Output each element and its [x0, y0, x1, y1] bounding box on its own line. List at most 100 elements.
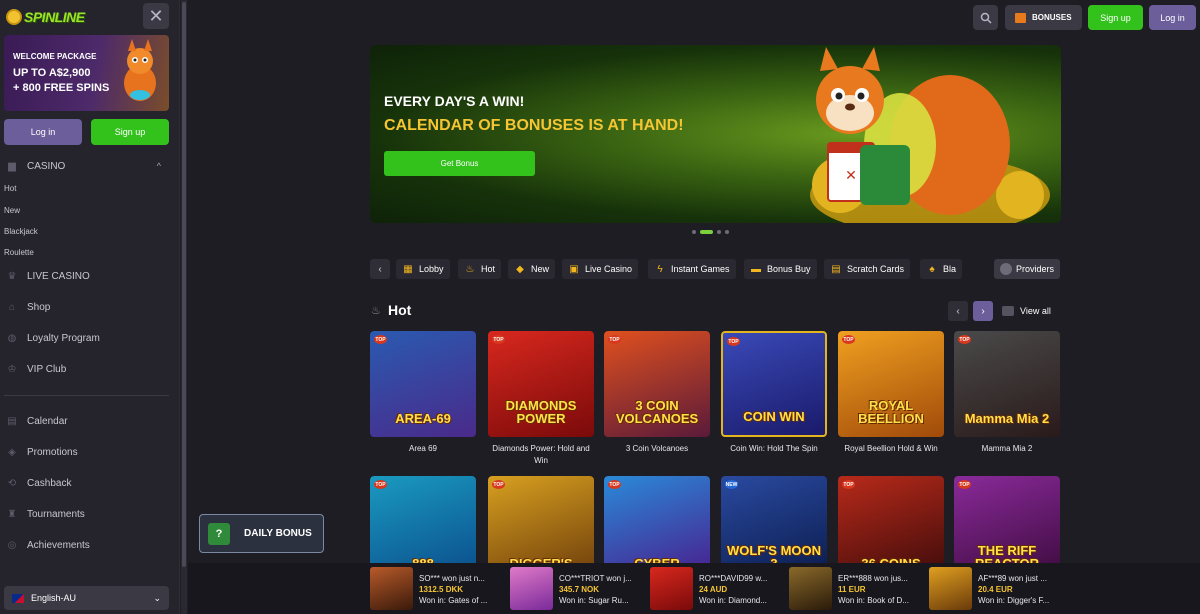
game-tile[interactable]: TOP 3 COIN VOLCANOES 3 Coin Volcanoes: [604, 331, 710, 455]
sidebar-item-achievements[interactable]: ◎ Achievements: [0, 534, 175, 556]
category-label: Scratch Cards: [847, 264, 905, 274]
search-button[interactable]: [973, 5, 998, 30]
winner-item[interactable]: RO***DAVID99 w... 24 AUD Won in: Diamond…: [650, 567, 767, 611]
winner-user: CO***TRIOT won j...: [559, 573, 632, 583]
game-tile[interactable]: TOP AREA-69 Area 69: [370, 331, 476, 455]
game-tile[interactable]: TOP DIAMONDS POWER Diamonds Power: Hold …: [488, 331, 594, 467]
sidebar-item-calendar[interactable]: ▤ Calendar: [0, 410, 175, 432]
top-badge: TOP: [492, 480, 505, 489]
carousel-dot[interactable]: [717, 230, 721, 234]
sidebar-item-loyalty-program[interactable]: ◍ Loyalty Program: [0, 327, 175, 349]
category-lobby[interactable]: ▦ Lobby: [396, 259, 450, 279]
category-blackjack[interactable]: ♠ Bla: [920, 259, 962, 279]
search-icon: [980, 12, 992, 24]
providers-label: Providers: [1016, 264, 1055, 274]
welcome-package-banner[interactable]: WELCOME PACKAGE UP TO A$2,900 + 800 FREE…: [4, 35, 169, 111]
game-thumbnail[interactable]: TOP AREA-69: [370, 331, 476, 437]
view-all-link[interactable]: View all: [1002, 301, 1060, 321]
game-art-title: 3 COIN VOLCANOES: [615, 398, 699, 426]
winner-item[interactable]: CO***TRIOT won j... 345.7 NOK Won in: Su…: [510, 567, 632, 611]
section-title-text: Hot: [388, 302, 412, 318]
spinline-logo[interactable]: SPINLINE: [6, 6, 86, 28]
bonuses-label: BONUSES: [1032, 13, 1072, 22]
winner-user: SO*** won just n...: [419, 573, 485, 583]
winner-game-thumbnail: [510, 567, 553, 610]
winner-item[interactable]: AF***89 won just ... 20.4 EUR Won in: Di…: [929, 567, 1049, 611]
language-select[interactable]: English-AU ⌄: [4, 586, 169, 610]
casino-icon: ▆: [8, 160, 16, 172]
header-signup-button[interactable]: Sign up: [1088, 5, 1143, 30]
game-tile[interactable]: TOP ROYAL BEELLION Royal Beellion Hold &…: [838, 331, 944, 455]
top-badge: TOP: [842, 480, 855, 489]
categories-prev-button[interactable]: ‹: [370, 259, 390, 279]
promotions-icon: ◈: [8, 446, 16, 458]
game-title[interactable]: 3 Coin Volcanoes: [604, 443, 710, 455]
view-all-label: View all: [1020, 306, 1051, 316]
game-thumbnail[interactable]: TOP Mamma Mia 2: [954, 331, 1060, 437]
winner-amount: 11 EUR: [838, 584, 866, 594]
carousel-dot[interactable]: [725, 230, 729, 234]
game-tile[interactable]: TOP Mamma Mia 2 Mamma Mia 2: [954, 331, 1060, 455]
sidebar-scrollbar-thumb[interactable]: [182, 2, 186, 567]
carousel-dot[interactable]: [692, 230, 696, 234]
top-badge: TOP: [608, 335, 621, 344]
sidebar-item-tournaments[interactable]: ♜ Tournaments: [0, 503, 175, 525]
top-badge: TOP: [608, 480, 621, 489]
game-title[interactable]: Area 69: [370, 443, 476, 455]
sidebar-subitem-hot[interactable]: Hot: [4, 184, 16, 193]
game-thumbnail[interactable]: TOP DIAMONDS POWER: [488, 331, 594, 437]
welcome-line-1: WELCOME PACKAGE: [13, 52, 97, 61]
game-title[interactable]: Coin Win: Hold The Spin: [721, 443, 827, 455]
header-login-button[interactable]: Log in: [1149, 5, 1196, 30]
sidebar-item-casino[interactable]: ▆ CASINO ^: [0, 155, 175, 177]
sidebar-item-shop[interactable]: ⌂ Shop: [0, 296, 175, 318]
game-thumbnail[interactable]: TOP ROYAL BEELLION: [838, 331, 944, 437]
chevron-right-icon: ›: [981, 305, 985, 317]
winner-item[interactable]: SO*** won just n... 1312.5 DKK Won in: G…: [370, 567, 487, 611]
category-instant-games[interactable]: ϟ Instant Games: [648, 259, 736, 279]
category-new[interactable]: ◆ New: [508, 259, 556, 279]
category-hot[interactable]: ♨ Hot: [458, 259, 502, 279]
games-prev-button[interactable]: ‹: [948, 301, 968, 321]
winner-user: AF***89 won just ...: [978, 573, 1047, 583]
sidebar-subitem-blackjack[interactable]: Blackjack: [4, 227, 38, 236]
winner-game: Won in: Digger's F...: [978, 595, 1050, 605]
sidebar: SPINLINE ✕ WELCOME PACKAGE UP TO A$2,900…: [0, 0, 180, 614]
chevron-left-icon: ‹: [378, 263, 382, 275]
winner-user: RO***DAVID99 w...: [699, 573, 768, 583]
sidebar-item-vip-club[interactable]: ♔ VIP Club: [0, 358, 175, 380]
top-badge: TOP: [374, 335, 387, 344]
games-next-button[interactable]: ›: [973, 301, 993, 321]
close-sidebar-button[interactable]: ✕: [143, 3, 169, 29]
game-title[interactable]: Diamonds Power: Hold and Win: [488, 443, 594, 467]
game-thumbnail[interactable]: TOP 3 COIN VOLCANOES: [604, 331, 710, 437]
winner-game: Won in: Gates of ...: [419, 595, 488, 605]
get-bonus-button[interactable]: Get Bonus: [384, 151, 535, 176]
live-casino-icon: ♛: [7, 270, 17, 282]
daily-bonus-button[interactable]: ? DAILY BONUS: [199, 514, 324, 553]
category-live-casino[interactable]: ▣ Live Casino: [562, 259, 639, 279]
game-title[interactable]: Mamma Mia 2: [954, 443, 1060, 455]
promo-banner[interactable]: ✕ EVERY DAY'S A WIN! CALENDAR OF BONUSES…: [370, 45, 1061, 223]
sidebar-signup-button[interactable]: Sign up: [91, 119, 169, 145]
providers-button[interactable]: Providers: [994, 259, 1060, 279]
category-scratch-cards[interactable]: ▤ Scratch Cards: [824, 259, 911, 279]
sidebar-item-cashback[interactable]: ⟲ Cashback: [0, 472, 175, 494]
sidebar-login-button[interactable]: Log in: [4, 119, 82, 145]
winner-amount: 20.4 EUR: [978, 584, 1013, 594]
carousel-dot-active[interactable]: [700, 230, 713, 234]
chevron-down-icon: ⌄: [153, 592, 161, 603]
sidebar-item-live-casino[interactable]: ♛ LIVE CASINO: [0, 265, 175, 287]
winner-game: Won in: Sugar Ru...: [559, 595, 629, 605]
game-title[interactable]: Royal Beellion Hold & Win: [838, 443, 944, 455]
sidebar-subitem-roulette[interactable]: Roulette: [4, 248, 34, 257]
language-label: English-AU: [31, 593, 77, 603]
sidebar-subitem-new[interactable]: New: [4, 206, 20, 215]
winner-amount: 24 AUD: [699, 584, 728, 594]
game-thumbnail[interactable]: TOP COIN WIN: [721, 331, 827, 437]
game-tile[interactable]: TOP COIN WIN Coin Win: Hold The Spin: [721, 331, 827, 455]
sidebar-item-promotions[interactable]: ◈ Promotions: [0, 441, 175, 463]
category-bonus-buy[interactable]: ▬ Bonus Buy: [744, 259, 817, 279]
winner-item[interactable]: ER***888 won jus... 11 EUR Won in: Book …: [789, 567, 909, 611]
bonuses-button[interactable]: BONUSES: [1005, 5, 1082, 30]
